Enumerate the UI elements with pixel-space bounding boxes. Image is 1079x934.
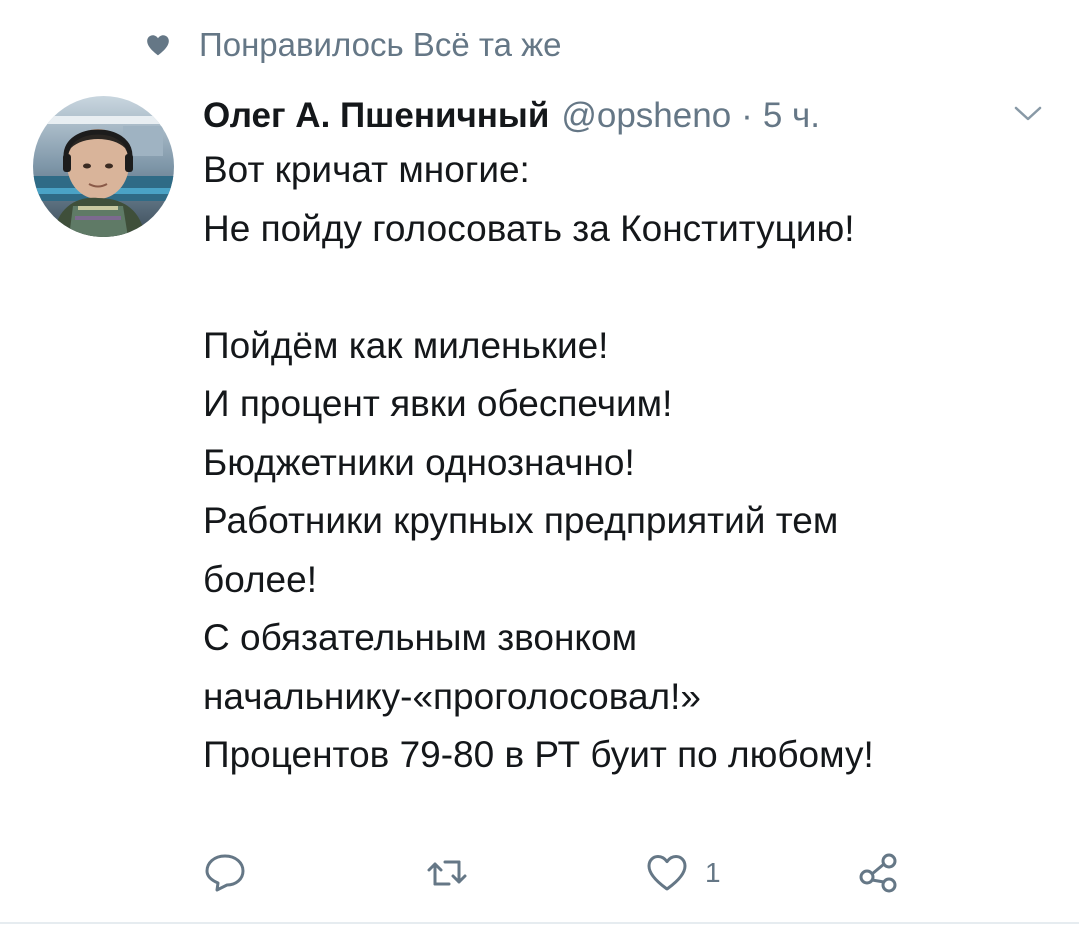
like-count: 1	[705, 857, 721, 888]
tweet-text-line: Пойдём как миленькие!	[203, 324, 609, 366]
tweet-text-line: И процент явки обеспечим!	[203, 383, 673, 424]
tweet-text-line: С обязательным звонком	[203, 617, 638, 658]
heart-icon	[147, 35, 169, 56]
tweet-card[interactable]: Понравилось Всё та же Олег А. Пшеничный …	[0, 0, 1079, 924]
tweet-text-line: Работники крупных предприятий тем	[203, 500, 839, 541]
heart-outline-icon	[647, 855, 687, 891]
tweet-text: Вот кричат многие: Не пойду голосовать з…	[203, 141, 1063, 785]
author-name[interactable]: Олег А. Пшеничный	[203, 96, 549, 136]
like-button[interactable]: 1	[645, 848, 721, 898]
tweet-text-line: Процентов 79-80 в РТ буит по любому!	[203, 734, 874, 775]
avatar-image	[33, 96, 174, 237]
tweet-text-line: Не пойду голосовать за Конституцию!	[203, 207, 855, 249]
reply-icon	[205, 854, 245, 892]
tweet-header: Олег А. Пшеничный @opsheno · 5 ч.	[203, 88, 1049, 144]
retweet-button[interactable]	[425, 848, 469, 898]
retweet-icon	[427, 860, 467, 886]
author-handle[interactable]: @opsheno	[561, 96, 731, 136]
avatar[interactable]	[33, 96, 174, 237]
social-context: Понравилось Всё та же	[145, 22, 562, 68]
header-separator: ·	[741, 96, 753, 135]
tweet-timestamp[interactable]: 5 ч.	[763, 96, 820, 136]
share-icon	[859, 853, 897, 893]
tweet-text-line: более!	[203, 558, 317, 600]
tweet-text-line: Бюджетники однозначно!	[203, 441, 635, 483]
tweet-text-line: Вот кричат многие:	[203, 149, 530, 190]
share-button[interactable]	[857, 848, 901, 898]
tweet-text-line: начальнику-«проголосовал!»	[203, 675, 702, 717]
reply-button[interactable]	[203, 848, 247, 898]
tweet-actions: 1	[0, 848, 1079, 898]
chevron-down-icon[interactable]	[1013, 105, 1043, 123]
social-context-text: Понравилось Всё та же	[199, 26, 562, 63]
